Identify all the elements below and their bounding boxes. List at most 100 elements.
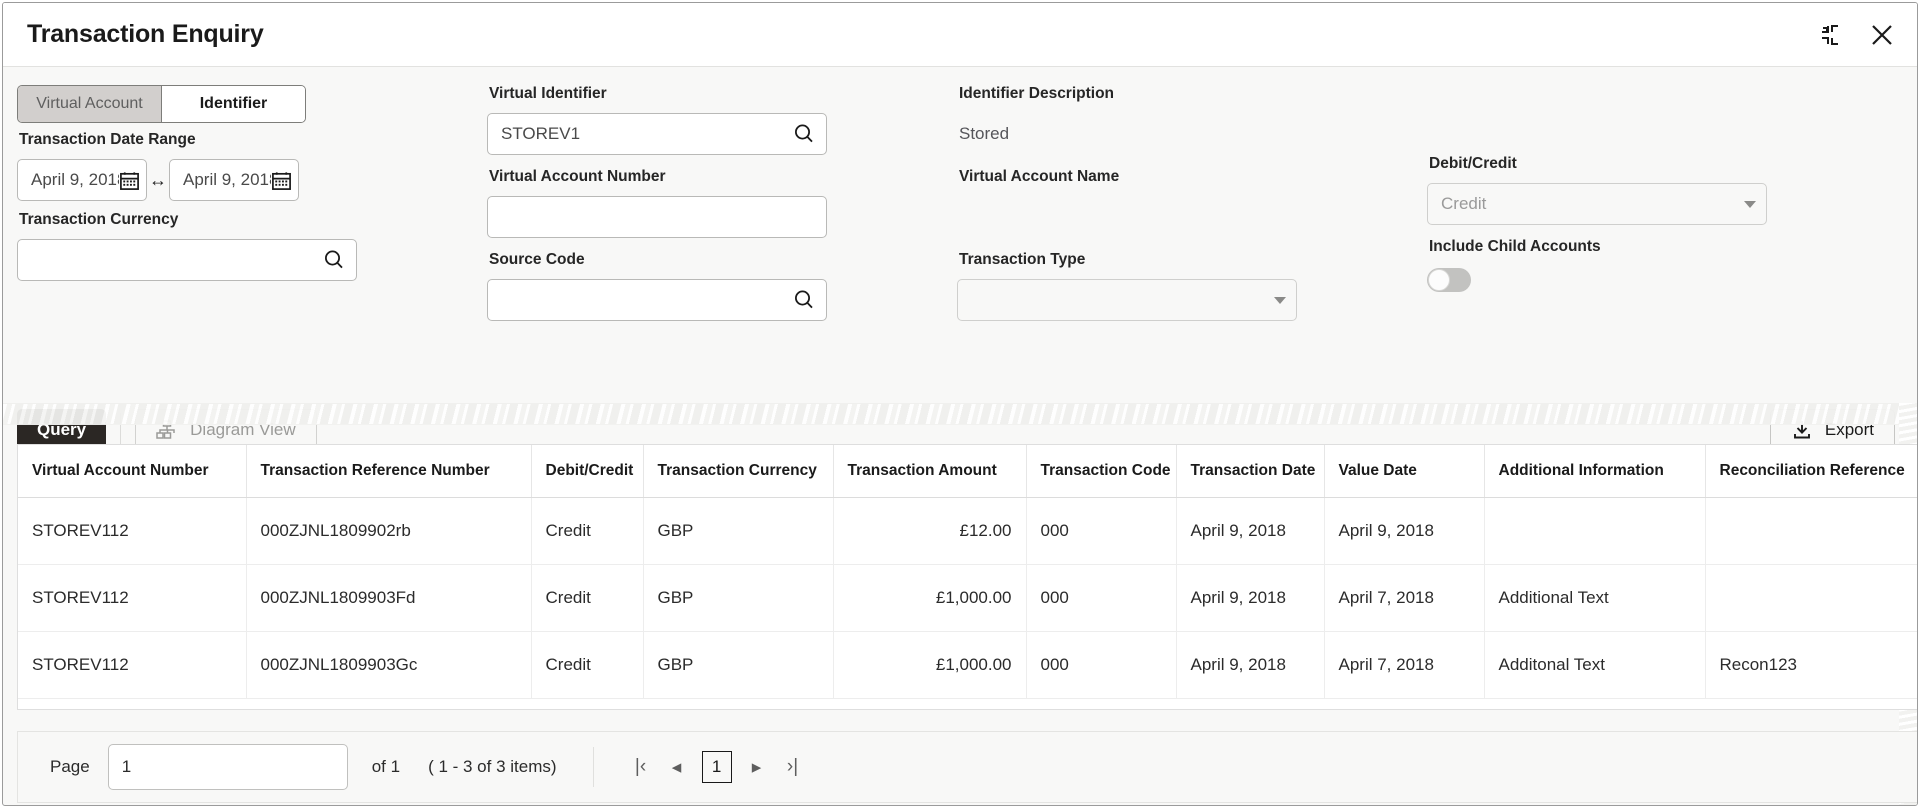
column-header-additional-information[interactable]: Additional Information <box>1484 445 1705 497</box>
segment-virtual-account[interactable]: Virtual Account <box>18 86 162 122</box>
include-child-accounts-field: Include Child Accounts <box>1427 238 1895 292</box>
transaction-date-range-field: Transaction Date Range April 9, 2018 <box>17 131 487 201</box>
cell-reconciliation-reference <box>1705 564 1917 631</box>
identifier-description-label: Identifier Description <box>959 85 1427 107</box>
transaction-currency-input[interactable] <box>17 239 357 281</box>
table-body: STOREV112 000ZJNL1809902rb Credit GBP £1… <box>18 497 1917 698</box>
transaction-currency-label: Transaction Currency <box>19 211 487 233</box>
column-header-reconciliation-reference[interactable]: Reconciliation Reference <box>1705 445 1917 497</box>
cell-transaction-amount: £1,000.00 <box>833 631 1026 698</box>
virtual-identifier-label: Virtual Identifier <box>489 85 957 107</box>
virtual-account-number-label: Virtual Account Number <box>489 168 957 190</box>
cell-value-date: April 7, 2018 <box>1324 564 1484 631</box>
virtual-identifier-value: STOREV1 <box>501 124 792 144</box>
transaction-type-select[interactable] <box>957 279 1297 321</box>
debit-credit-value: Credit <box>1441 194 1738 214</box>
cell-virtual-account-number: STOREV112 <box>18 497 246 564</box>
identifier-description-field: Identifier Description Stored <box>957 85 1427 155</box>
virtual-account-number-input[interactable] <box>487 196 827 238</box>
table-row[interactable]: STOREV112 000ZJNL1809903Gc Credit GBP £1… <box>18 631 1917 698</box>
cell-transaction-currency: GBP <box>643 497 833 564</box>
table-row[interactable]: STOREV112 000ZJNL1809903Fd Credit GBP £1… <box>18 564 1917 631</box>
chevron-down-icon[interactable] <box>1744 201 1756 208</box>
page-input[interactable]: 1 <box>108 744 348 790</box>
toggle-knob <box>1428 269 1450 291</box>
account-type-segmented-control[interactable]: Virtual Account Identifier <box>17 85 306 123</box>
segment-identifier[interactable]: Identifier <box>162 86 305 122</box>
chevron-down-icon[interactable] <box>1274 297 1286 304</box>
transaction-currency-field: Transaction Currency <box>17 211 487 281</box>
column-header-transaction-date[interactable]: Transaction Date <box>1176 445 1324 497</box>
first-page-icon[interactable]: |‹ <box>630 756 652 778</box>
table-row[interactable]: STOREV112 000ZJNL1809902rb Credit GBP £1… <box>18 497 1917 564</box>
date-range-row: April 9, 2018 <box>17 159 487 201</box>
cell-value-date: April 7, 2018 <box>1324 631 1484 698</box>
cell-value-date: April 9, 2018 <box>1324 497 1484 564</box>
cell-debit-credit: Credit <box>531 631 643 698</box>
previous-page-icon[interactable]: ◂ <box>666 756 688 779</box>
source-code-input[interactable] <box>487 279 827 321</box>
debit-credit-select[interactable]: Credit <box>1427 183 1767 225</box>
date-from-input[interactable]: April 9, 2018 <box>17 159 147 201</box>
form-column-2: Virtual Identifier STOREV1 Virtual Accou… <box>487 85 957 323</box>
column-header-transaction-currency[interactable]: Transaction Currency <box>643 445 833 497</box>
restore-down-icon[interactable] <box>1817 22 1843 48</box>
virtual-identifier-input[interactable]: STOREV1 <box>487 113 827 155</box>
pagination-divider <box>593 747 594 787</box>
cell-transaction-reference-number: 000ZJNL1809903Gc <box>246 631 531 698</box>
cell-additional-information: Additonal Text <box>1484 631 1705 698</box>
window-controls <box>1817 22 1895 48</box>
results-table: Virtual Account Number Transaction Refer… <box>18 445 1917 699</box>
include-child-accounts-toggle[interactable] <box>1427 268 1471 292</box>
next-page-icon[interactable]: ▸ <box>746 756 768 779</box>
table-header-row: Virtual Account Number Transaction Refer… <box>18 445 1917 497</box>
column4-spacer <box>1427 85 1895 107</box>
debit-credit-label: Debit/Credit <box>1429 155 1895 177</box>
transaction-type-field: Transaction Type <box>957 251 1427 321</box>
virtual-account-number-field: Virtual Account Number <box>487 168 957 238</box>
cell-transaction-reference-number: 000ZJNL1809903Fd <box>246 564 531 631</box>
cell-reconciliation-reference <box>1705 497 1917 564</box>
close-icon[interactable] <box>1869 22 1895 48</box>
transaction-date-range-label: Transaction Date Range <box>19 131 487 153</box>
pagination-bar: Page 1 of 1 ( 1 - 3 of 3 items) |‹ ◂ 1 ▸… <box>17 731 1917 803</box>
transaction-enquiry-window: Transaction Enquiry <box>2 2 1918 806</box>
decorative-band <box>3 403 1917 425</box>
cell-additional-information: Additional Text <box>1484 564 1705 631</box>
column-header-value-date[interactable]: Value Date <box>1324 445 1484 497</box>
calendar-icon[interactable] <box>271 170 292 191</box>
date-to-input[interactable]: April 9, 2018 <box>169 159 299 201</box>
page-total-label: of 1 <box>372 757 400 777</box>
column-header-transaction-amount[interactable]: Transaction Amount <box>833 445 1026 497</box>
page-number-1[interactable]: 1 <box>702 751 732 783</box>
search-icon[interactable] <box>322 248 346 272</box>
cell-debit-credit: Credit <box>531 564 643 631</box>
include-child-accounts-label: Include Child Accounts <box>1429 238 1895 260</box>
cell-reconciliation-reference: Recon123 <box>1705 631 1917 698</box>
table-head: Virtual Account Number Transaction Refer… <box>18 445 1917 497</box>
cell-transaction-date: April 9, 2018 <box>1176 631 1324 698</box>
date-from-value: April 9, 2018 <box>31 170 119 190</box>
column-header-debit-credit[interactable]: Debit/Credit <box>531 445 643 497</box>
cell-virtual-account-number: STOREV112 <box>18 631 246 698</box>
results-table-container[interactable]: Virtual Account Number Transaction Refer… <box>17 444 1917 710</box>
search-icon[interactable] <box>792 122 816 146</box>
form-column-3: Identifier Description Stored Virtual Ac… <box>957 85 1427 323</box>
cell-transaction-date: April 9, 2018 <box>1176 497 1324 564</box>
virtual-account-name-value <box>957 196 1427 238</box>
date-to-value: April 9, 2018 <box>183 170 271 190</box>
item-count-label: ( 1 - 3 of 3 items) <box>428 757 556 777</box>
cell-debit-credit: Credit <box>531 497 643 564</box>
column-header-transaction-code[interactable]: Transaction Code <box>1026 445 1176 497</box>
last-page-icon[interactable]: ›| <box>782 756 804 778</box>
virtual-account-name-label: Virtual Account Name <box>959 168 1427 190</box>
search-icon[interactable] <box>792 288 816 312</box>
column-header-virtual-account-number[interactable]: Virtual Account Number <box>18 445 246 497</box>
cell-transaction-currency: GBP <box>643 564 833 631</box>
page-label: Page <box>50 757 90 777</box>
identifier-description-value: Stored <box>957 113 1427 155</box>
calendar-icon[interactable] <box>119 170 140 191</box>
debit-credit-field: Debit/Credit Credit <box>1427 155 1895 225</box>
virtual-account-name-field: Virtual Account Name <box>957 168 1427 238</box>
column-header-transaction-reference-number[interactable]: Transaction Reference Number <box>246 445 531 497</box>
